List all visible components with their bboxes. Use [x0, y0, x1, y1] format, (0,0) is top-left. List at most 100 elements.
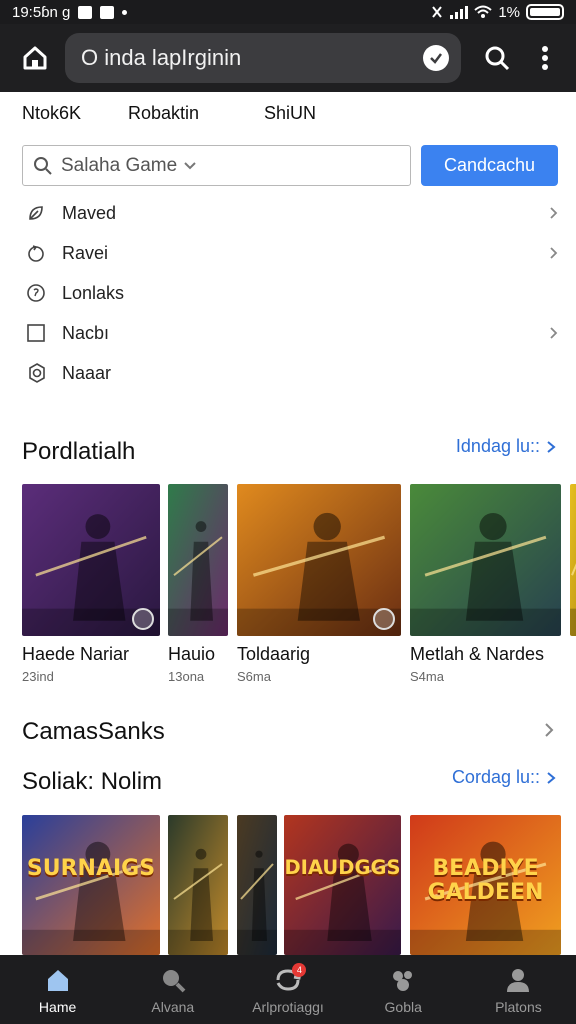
- menu-item-ravei[interactable]: Ravei: [22, 233, 558, 273]
- game-cover-image: SURNAIGS: [22, 815, 160, 955]
- game-cover-image: [237, 484, 401, 636]
- app-bar: O inda lapIrginin: [0, 24, 576, 92]
- game-card[interactable]: [168, 815, 228, 955]
- search-icon: [33, 156, 53, 176]
- vibrate-icon: [432, 6, 443, 18]
- profile-icon: [504, 965, 532, 995]
- menu-item-lonlaks[interactable]: Lonlaks: [22, 273, 558, 313]
- menu-item-nacb-[interactable]: Nacbı: [22, 313, 558, 353]
- search-button[interactable]: [473, 34, 521, 82]
- chevron-right-icon: [545, 723, 554, 737]
- game-card[interactable]: Metlah & Nardes S4ma: [410, 484, 561, 684]
- search-field[interactable]: Salaha Game: [22, 145, 411, 186]
- top-tabs: Ntok6K Robaktin ShiUN: [22, 103, 316, 124]
- game-meta: S6ma: [237, 669, 271, 684]
- settings-icon: [26, 361, 58, 385]
- game-title: Haede Nariar: [22, 644, 130, 664]
- nav-label: Gobla: [384, 998, 422, 1015]
- menu-item-label: Maved: [62, 202, 117, 223]
- square-icon: [26, 321, 58, 345]
- search-icon: [159, 965, 187, 995]
- chevron-right-icon: [538, 246, 558, 260]
- section-title-categories: CamasSanks: [22, 718, 165, 745]
- home-icon: [44, 965, 72, 995]
- search-placeholder: Salaha Game: [61, 154, 178, 176]
- popular-games-row: SURNAIGS DIAUDGGS BEADIYE GALDEEN: [0, 815, 576, 955]
- nav-item-4[interactable]: Platons: [461, 955, 576, 1024]
- refresh-icon: [26, 241, 58, 265]
- search-submit-button[interactable]: Candcachu: [421, 145, 558, 186]
- battery-icon: [526, 4, 564, 20]
- game-meta: 23ind: [22, 669, 54, 684]
- game-title: Hauio: [168, 644, 216, 664]
- game-cover-image: [410, 484, 561, 636]
- menu-item-maved[interactable]: Maved: [22, 193, 558, 233]
- menu-item-label: Naaar: [62, 362, 112, 383]
- nav-label: Hame: [38, 998, 77, 1015]
- game-title: Toldaarig: [237, 644, 311, 664]
- notification-badge: 4: [292, 963, 307, 977]
- game-cover-title: BEADIYE GALDEEN: [427, 856, 544, 906]
- game-card[interactable]: Hauio 13ona: [168, 484, 228, 684]
- tab-2[interactable]: Robaktin: [128, 103, 264, 124]
- game-cover-title: SURNAIGS: [26, 856, 156, 881]
- section-link-label: Cordag lu::: [451, 767, 540, 787]
- game-meta: 13ona: [168, 669, 205, 684]
- leaf-icon: [26, 201, 58, 225]
- menu-item-naaar[interactable]: Naaar: [22, 353, 558, 393]
- chevron-right-icon: [538, 206, 558, 220]
- game-cover-image: DIAUDGGS: [284, 815, 401, 955]
- game-card[interactable]: DIAUDGGS: [284, 815, 401, 955]
- dot-icon: [122, 9, 128, 15]
- nav-label: Alvana: [151, 998, 195, 1015]
- game-cover-image: BEADIYE GALDEEN: [410, 815, 561, 955]
- game-meta: S4ma: [410, 669, 444, 684]
- info-circle-icon: [26, 281, 58, 305]
- game-card[interactable]: BEADIYE GALDEEN: [410, 815, 561, 955]
- chevron-right-icon: [538, 326, 558, 340]
- section-title-popular: Soliak: Nolim: [22, 768, 163, 795]
- nav-item-2[interactable]: Arlprotiaggı 4: [230, 955, 345, 1024]
- shield-icon: [100, 5, 115, 19]
- section-link-label: Idndag lu::: [455, 436, 540, 456]
- home-icon: [23, 46, 47, 70]
- controller-icon: [388, 965, 418, 995]
- menu-item-label: Nacbı: [62, 322, 110, 343]
- url-bar[interactable]: O inda lapIrginin: [65, 33, 461, 83]
- tab-1[interactable]: Ntok6K: [22, 103, 128, 124]
- section-categories-chevron[interactable]: [544, 722, 554, 743]
- chevron-right-icon: [547, 440, 556, 453]
- shield-check-icon[interactable]: [423, 45, 449, 71]
- game-card[interactable]: [570, 484, 576, 684]
- featured-games-row: Haede Nariar 23ind Hauio 13ona Toldaarig S6ma…: [0, 484, 576, 684]
- section-link-featured[interactable]: Idndag lu::: [456, 436, 556, 457]
- tab-3[interactable]: ShiUN: [264, 103, 316, 124]
- badge-icon: [373, 608, 395, 630]
- url-text: O inda lapIrginin: [81, 45, 242, 70]
- home-button[interactable]: [7, 30, 63, 86]
- game-cover-title: DIAUDGGS: [284, 856, 401, 879]
- section-title-featured: Pordlatialh: [22, 438, 136, 465]
- game-card[interactable]: Haede Nariar 23ind: [22, 484, 160, 684]
- game-card[interactable]: SURNAIGS: [22, 815, 160, 955]
- battery-percent: 1%: [498, 3, 520, 21]
- game-card[interactable]: Toldaarig S6ma: [237, 484, 401, 684]
- game-cover-image: [22, 484, 160, 636]
- nav-item-1[interactable]: Alvana: [115, 955, 230, 1024]
- bottom-nav: Hame Alvana Arlprotiaggı 4 Gobla Platons: [0, 955, 576, 1024]
- wifi-icon: [474, 5, 492, 18]
- status-time: 19:5ɓn g: [12, 3, 71, 21]
- nav-item-0[interactable]: Hame: [0, 955, 115, 1024]
- game-card[interactable]: [237, 815, 277, 955]
- notification-icon: [78, 5, 93, 19]
- nav-item-3[interactable]: Gobla: [346, 955, 461, 1024]
- game-cover-image: [570, 484, 576, 636]
- chevron-right-icon: [547, 771, 556, 784]
- more-vertical-icon: [542, 46, 548, 70]
- game-cover-image: [168, 484, 228, 636]
- nav-label: Arlprotiaggı: [252, 998, 324, 1015]
- section-link-popular[interactable]: Cordag lu::: [452, 767, 556, 788]
- status-left: 19:5ɓn g: [12, 3, 128, 21]
- menu-item-label: Lonlaks: [62, 282, 125, 303]
- more-button[interactable]: [521, 34, 569, 82]
